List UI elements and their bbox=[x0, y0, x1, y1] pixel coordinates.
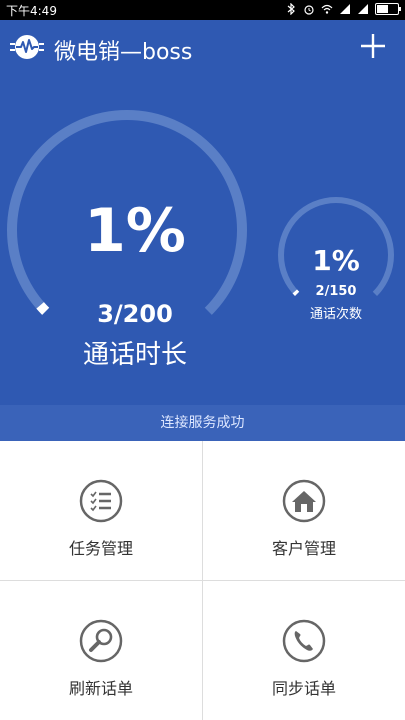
app-bar: 微电销—boss bbox=[0, 20, 405, 76]
task-list-icon bbox=[79, 479, 123, 523]
sync-records-button[interactable]: 同步话单 bbox=[203, 581, 405, 720]
home-icon bbox=[282, 479, 326, 523]
battery-icon bbox=[375, 3, 401, 15]
alarm-icon bbox=[304, 5, 314, 15]
dashboard-header: 微电销—boss 1% 3/200 通话时长 1% 2/150 通话次数 bbox=[0, 20, 405, 440]
task-management-button[interactable]: 任务管理 bbox=[0, 441, 202, 580]
refresh-records-button[interactable]: 刷新话单 bbox=[0, 581, 202, 720]
call-count-ratio: 2/150 bbox=[315, 284, 357, 299]
call-duration-label: 通话时长 bbox=[82, 340, 187, 370]
bluetooth-icon bbox=[287, 3, 295, 15]
add-button[interactable] bbox=[359, 32, 387, 60]
status-icons bbox=[285, 3, 401, 15]
call-duration-percent: 1% bbox=[84, 196, 186, 266]
refresh-records-label: 刷新话单 bbox=[68, 679, 133, 698]
sync-records-label: 同步话单 bbox=[271, 679, 336, 698]
search-icon bbox=[79, 619, 123, 663]
call-duration-ratio: 3/200 bbox=[97, 300, 173, 328]
signal-icon bbox=[340, 4, 350, 14]
wifi-icon bbox=[321, 4, 333, 14]
task-management-label: 任务管理 bbox=[68, 539, 133, 558]
customer-management-button[interactable]: 客户管理 bbox=[203, 441, 405, 580]
customer-management-label: 客户管理 bbox=[271, 539, 336, 558]
status-time: 下午4:49 bbox=[6, 4, 57, 18]
call-count-percent: 1% bbox=[312, 244, 360, 277]
status-bar: 下午4:49 bbox=[0, 0, 405, 20]
phone-icon bbox=[282, 619, 326, 663]
signal-icon-2 bbox=[358, 4, 368, 14]
plus-icon bbox=[361, 34, 385, 58]
app-title: 微电销—boss bbox=[54, 40, 193, 65]
app-logo-icon bbox=[10, 35, 44, 59]
menu-grid: 任务管理 客户管理 刷新话单 同步话单 bbox=[0, 441, 405, 720]
battery-level bbox=[377, 5, 388, 13]
connection-status: 连接服务成功 bbox=[0, 405, 405, 441]
call-count-label: 通话次数 bbox=[309, 307, 362, 322]
